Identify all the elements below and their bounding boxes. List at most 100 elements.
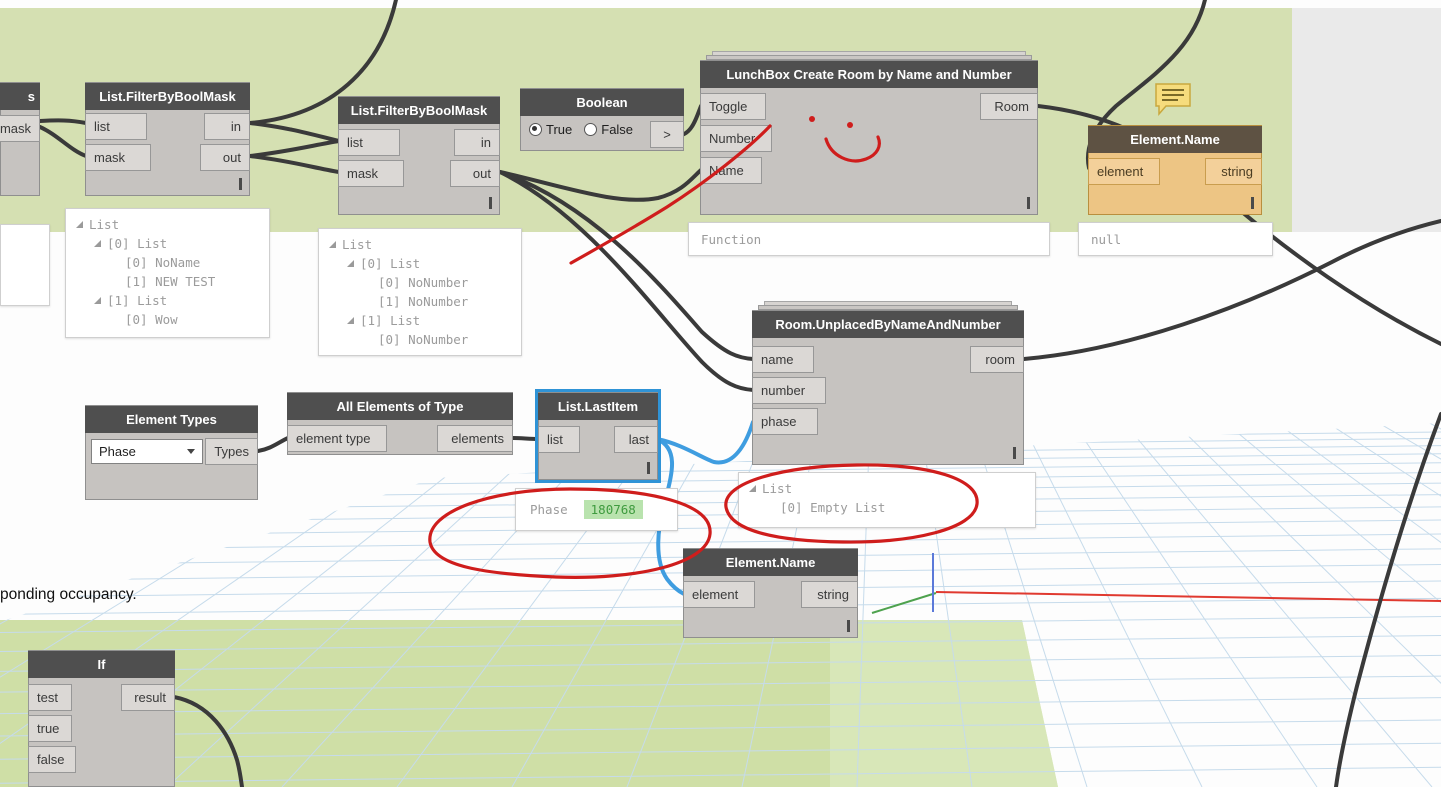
- input-port-mask[interactable]: mask: [85, 144, 151, 171]
- radio-true[interactable]: [529, 123, 542, 136]
- preview-bubble-empty[interactable]: [0, 224, 50, 306]
- output-port-last[interactable]: last: [614, 426, 658, 453]
- tree-item-label: [1] List: [107, 293, 168, 308]
- lacing-icon[interactable]: [1013, 447, 1016, 459]
- input-port-toggle[interactable]: Toggle: [700, 93, 766, 120]
- output-port-elements[interactable]: elements: [437, 425, 513, 452]
- input-port-element-type[interactable]: element type: [287, 425, 387, 452]
- preview-bubble-null[interactable]: null: [1078, 222, 1273, 256]
- radio-true-label: True: [546, 122, 573, 137]
- output-port-room[interactable]: room: [970, 346, 1024, 373]
- tree-item-label: [1] NEW TEST: [125, 274, 216, 289]
- tree-row: [1] NEW TEST: [74, 272, 261, 291]
- output-port-string[interactable]: string: [1205, 158, 1262, 185]
- output-port-bool[interactable]: >: [650, 121, 684, 148]
- tree-row: [0] Wow: [74, 310, 261, 329]
- phase-preview-row: Phase 180768: [516, 489, 677, 530]
- tree-row: [0] NoNumber: [327, 330, 513, 349]
- node-fragment-left[interactable]: s mask: [0, 82, 40, 196]
- node-header[interactable]: List.FilterByBoolMask: [338, 97, 500, 124]
- node-all-elements-of-type[interactable]: All Elements of Type element type elemen…: [287, 392, 513, 455]
- input-port-true[interactable]: true: [28, 715, 72, 742]
- node-header[interactable]: All Elements of Type: [287, 393, 513, 420]
- output-port-string[interactable]: string: [801, 581, 858, 608]
- input-port-name[interactable]: Name: [700, 157, 762, 184]
- stacked-node-shadow: [758, 305, 1018, 310]
- output-port-result[interactable]: result: [121, 684, 175, 711]
- node-element-types[interactable]: Element Types Phase Types: [85, 405, 258, 500]
- input-port-element[interactable]: element: [1088, 158, 1160, 185]
- tree-item-label: [0] Empty List: [780, 500, 886, 515]
- node-header[interactable]: List.FilterByBoolMask: [85, 83, 250, 110]
- preview-bubble-phase[interactable]: Phase 180768: [515, 488, 678, 531]
- output-port-out[interactable]: out: [450, 160, 500, 187]
- node-room-unplaced[interactable]: Room.UnplacedByNameAndNumber name number…: [752, 301, 1024, 465]
- node-element-name-top[interactable]: Element.Name element string: [1088, 125, 1262, 215]
- node-header[interactable]: Element Types: [85, 406, 258, 433]
- output-port-room[interactable]: Room: [980, 93, 1038, 120]
- expander-icon[interactable]: [749, 485, 756, 492]
- input-port-test[interactable]: test: [28, 684, 72, 711]
- input-port-phase[interactable]: phase: [752, 408, 818, 435]
- tree-item-label: [1] NoNumber: [378, 294, 469, 309]
- tree-item-label: [1] List: [360, 313, 421, 328]
- node-element-name-bottom[interactable]: Element.Name element string: [683, 548, 858, 638]
- dropdown-value: Phase: [99, 444, 136, 459]
- input-port-false[interactable]: false: [28, 746, 76, 773]
- input-port-list[interactable]: list: [338, 129, 400, 156]
- node-header[interactable]: Room.UnplacedByNameAndNumber: [752, 311, 1024, 338]
- node-boolean[interactable]: Boolean True False >: [520, 88, 684, 151]
- input-port-number[interactable]: number: [752, 377, 826, 404]
- expander-icon[interactable]: [347, 260, 354, 267]
- tree-row: [0] NoNumber: [327, 273, 513, 292]
- tree-row: [0] Empty List: [747, 498, 1027, 517]
- lacing-icon[interactable]: [489, 197, 492, 209]
- expander-icon[interactable]: [347, 317, 354, 324]
- input-port-list[interactable]: list: [85, 113, 147, 140]
- preview-bubble-function[interactable]: Function: [688, 222, 1050, 256]
- node-if[interactable]: If test true false result: [28, 650, 175, 787]
- tree-row: [1] List: [74, 291, 261, 310]
- input-port-element[interactable]: element: [683, 581, 755, 608]
- node-header[interactable]: Boolean: [520, 89, 684, 116]
- expander-icon[interactable]: [329, 241, 336, 248]
- node-list-filterbyboolmask-1[interactable]: List.FilterByBoolMask list mask in out: [85, 82, 250, 196]
- node-lunchbox-create-room[interactable]: LunchBox Create Room by Name and Number …: [700, 51, 1038, 215]
- lacing-icon[interactable]: [1027, 197, 1030, 209]
- element-types-dropdown[interactable]: Phase: [91, 439, 203, 464]
- node-list-lastitem[interactable]: List.LastItem list last: [538, 392, 658, 480]
- node-header[interactable]: Element.Name: [1088, 126, 1262, 153]
- node-header[interactable]: List.LastItem: [538, 393, 658, 420]
- input-port-name[interactable]: name: [752, 346, 814, 373]
- tree-item-label: [0] NoNumber: [378, 275, 469, 290]
- tree-row: [0] NoName: [74, 253, 261, 272]
- input-port-list[interactable]: list: [538, 426, 580, 453]
- lacing-icon[interactable]: [239, 178, 242, 190]
- output-port-in[interactable]: in: [204, 113, 250, 140]
- input-port-mask[interactable]: mask: [338, 160, 404, 187]
- tree-row: [1] List: [327, 311, 513, 330]
- expander-icon[interactable]: [94, 240, 101, 247]
- node-header[interactable]: LunchBox Create Room by Name and Number: [700, 61, 1038, 88]
- node-header[interactable]: Element.Name: [683, 549, 858, 576]
- lacing-icon[interactable]: [647, 462, 650, 474]
- lacing-icon[interactable]: [1251, 197, 1254, 209]
- output-port-out[interactable]: out: [200, 144, 250, 171]
- input-port-number[interactable]: Number: [700, 125, 772, 152]
- preview-bubble-room[interactable]: List [0] Empty List: [738, 472, 1036, 528]
- preview-bubble-filter2[interactable]: List [0] List [0] NoNumber [1] NoNumber …: [318, 228, 522, 356]
- node-header[interactable]: s: [0, 83, 40, 110]
- output-port-types[interactable]: Types: [205, 438, 258, 465]
- output-port-mask[interactable]: mask: [0, 115, 40, 142]
- radio-false[interactable]: [584, 123, 598, 136]
- canvas-text-note[interactable]: ponding occupancy.: [0, 586, 137, 604]
- note-icon[interactable]: [1154, 82, 1194, 121]
- lacing-icon[interactable]: [847, 620, 850, 632]
- preview-bubble-filter1[interactable]: List [0] List [0] NoName [1] NEW TEST [1…: [65, 208, 270, 338]
- expander-icon[interactable]: [76, 221, 83, 228]
- expander-icon[interactable]: [94, 297, 101, 304]
- node-header[interactable]: If: [28, 651, 175, 678]
- radio-false-label: False: [601, 122, 634, 137]
- output-port-in[interactable]: in: [454, 129, 500, 156]
- node-list-filterbyboolmask-2[interactable]: List.FilterByBoolMask list mask in out: [338, 96, 500, 215]
